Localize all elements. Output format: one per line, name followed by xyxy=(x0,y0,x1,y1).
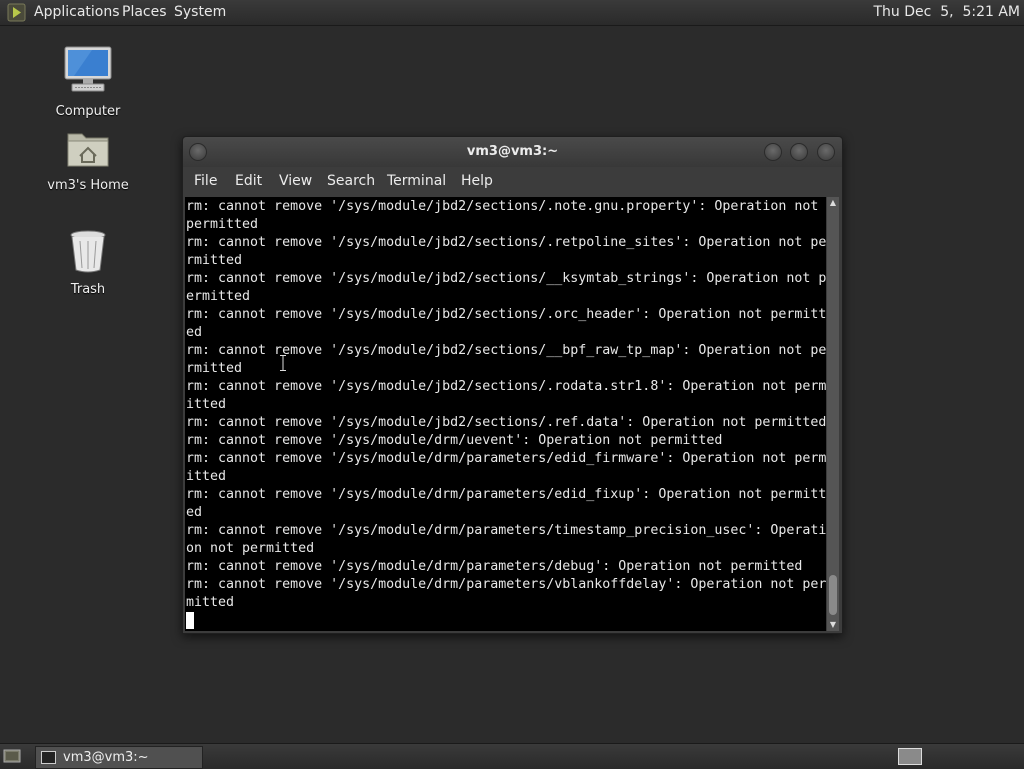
terminal-line: ermitted xyxy=(186,289,251,304)
terminal-prompt-line xyxy=(186,612,826,631)
menu-help[interactable]: Help xyxy=(461,167,493,196)
scroll-up-arrow-icon[interactable]: ▲ xyxy=(827,197,839,209)
terminal-line: rm: cannot remove '/sys/module/jbd2/sect… xyxy=(186,379,826,394)
terminal-line: rm: cannot remove '/sys/module/jbd2/sect… xyxy=(186,199,826,214)
terminal-menubar: File Edit View Search Terminal Help xyxy=(183,167,842,196)
terminal-line: permitted xyxy=(186,217,259,232)
terminal-scrollbar[interactable]: ▲ ▼ xyxy=(827,197,839,631)
terminal-cursor xyxy=(186,612,194,629)
terminal-line: rm: cannot remove '/sys/module/drm/ueven… xyxy=(186,433,723,448)
terminal-text: rm: cannot remove '/sys/module/jbd2/sect… xyxy=(186,198,826,631)
terminal-line: rm: cannot remove '/sys/module/jbd2/sect… xyxy=(186,235,826,250)
system-menu[interactable]: System xyxy=(174,0,226,25)
terminal-line: rm: cannot remove '/sys/module/drm/param… xyxy=(186,451,826,466)
terminal-line: ed xyxy=(186,325,203,340)
text-cursor-icon xyxy=(280,355,286,371)
terminal-line: rmitted xyxy=(186,253,243,268)
terminal-line: rm: cannot remove '/sys/module/drm/param… xyxy=(186,523,826,538)
applications-menu-icon[interactable] xyxy=(7,3,26,22)
terminal-output[interactable]: rm: cannot remove '/sys/module/jbd2/sect… xyxy=(185,197,826,631)
menu-view[interactable]: View xyxy=(279,167,312,196)
maximize-button[interactable] xyxy=(790,143,808,161)
terminal-line: rm: cannot remove '/sys/module/jbd2/sect… xyxy=(186,271,826,286)
places-menu[interactable]: Places xyxy=(122,0,167,25)
close-button[interactable] xyxy=(817,143,835,161)
taskbar-window-label: vm3@vm3:~ xyxy=(63,750,149,765)
clock[interactable]: Thu Dec 5, 5:21 AM xyxy=(873,0,1020,25)
terminal-line: rm: cannot remove '/sys/module/drm/param… xyxy=(186,487,826,502)
desktop-icon-trash[interactable]: Trash xyxy=(38,228,138,297)
terminal-line: itted xyxy=(186,469,227,484)
applications-menu[interactable]: Applications xyxy=(34,0,120,25)
workspace-switcher[interactable] xyxy=(898,748,922,765)
show-desktop-icon[interactable] xyxy=(3,748,21,764)
top-panel: Applications Places System Thu Dec 5, 5:… xyxy=(0,0,1024,26)
menu-edit[interactable]: Edit xyxy=(235,167,262,196)
home-folder-icon xyxy=(67,133,109,167)
terminal-line: rm: cannot remove '/sys/module/jbd2/sect… xyxy=(186,307,826,322)
computer-icon xyxy=(64,46,112,92)
window-title: vm3@vm3:~ xyxy=(466,144,559,159)
terminal-icon xyxy=(41,751,56,764)
minimize-button[interactable] xyxy=(764,143,782,161)
bottom-panel: vm3@vm3:~ xyxy=(0,743,1024,769)
menu-terminal[interactable]: Terminal xyxy=(387,167,446,196)
menu-file[interactable]: File xyxy=(194,167,217,196)
desktop-icon-label: Computer xyxy=(55,104,121,119)
terminal-line: on not permitted xyxy=(186,541,315,556)
terminal-window[interactable]: vm3@vm3:~ File Edit View Search Terminal… xyxy=(182,136,843,634)
menu-search[interactable]: Search xyxy=(327,167,375,196)
scroll-down-arrow-icon[interactable]: ▼ xyxy=(827,619,839,631)
desktop-icon-label: vm3's Home xyxy=(47,178,129,193)
terminal-line: itted xyxy=(186,397,227,412)
window-titlebar[interactable]: vm3@vm3:~ xyxy=(183,137,842,167)
desktop-icon-label: Trash xyxy=(70,282,106,297)
terminal-line: rm: cannot remove '/sys/module/drm/param… xyxy=(186,577,826,592)
taskbar-window-button[interactable]: vm3@vm3:~ xyxy=(35,746,203,769)
desktop-icon-computer[interactable]: Computer xyxy=(38,44,138,119)
scroll-thumb[interactable] xyxy=(829,575,837,615)
terminal-line: rm: cannot remove '/sys/module/jbd2/sect… xyxy=(186,415,826,430)
desktop-icon-home[interactable]: vm3's Home xyxy=(38,126,138,193)
terminal-line: rm: cannot remove '/sys/module/drm/param… xyxy=(186,559,803,574)
terminal-line: mitted xyxy=(186,595,235,610)
trash-icon xyxy=(70,230,106,273)
terminal-line: ed xyxy=(186,505,203,520)
